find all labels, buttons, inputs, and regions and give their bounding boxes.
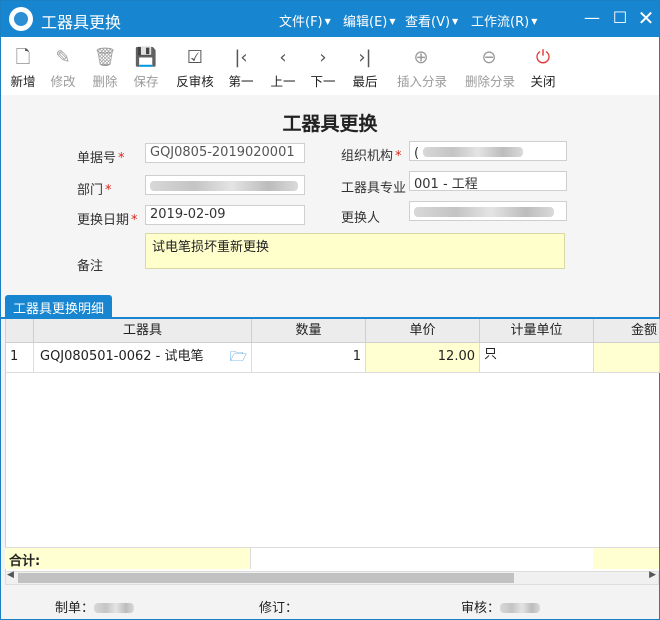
remark-field[interactable]: 试电笔损坏重新更换 <box>145 233 565 269</box>
remark-label: 备注 <box>77 259 104 274</box>
total-row: 合计: <box>5 547 659 569</box>
next-button[interactable]: › 下一 <box>303 47 343 90</box>
new-doc-icon: 🗋 <box>15 47 31 68</box>
table-cell-qty[interactable]: 1 <box>252 343 366 373</box>
menu-edit[interactable]: 编辑(E) ▼ <box>343 11 396 30</box>
menu-file[interactable]: 文件(F) ▼ <box>279 11 331 30</box>
first-icon: |‹ <box>234 47 248 68</box>
table-cell-tool[interactable]: GQJ080501-0062 - 试电笔 🗁 <box>34 343 252 373</box>
unaudit-button[interactable]: ☑ 反审核 <box>173 47 217 90</box>
edit-icon: ✎ <box>55 47 71 68</box>
revise-label: 修订： <box>259 601 299 616</box>
save-icon: 💾 <box>134 47 158 68</box>
prev-icon: ‹ <box>279 47 287 68</box>
column-header-tool[interactable]: 工器具 <box>34 319 252 343</box>
org-field[interactable]: ( <box>409 141 567 161</box>
table-cell-price[interactable]: 12.00 <box>366 343 480 373</box>
changer-label: 更换人 <box>341 211 381 226</box>
close-button[interactable]: ⏻ 关闭 <box>523 47 563 90</box>
dept-field[interactable] <box>145 175 305 195</box>
tool-major-label: 工器具专业 <box>341 181 407 196</box>
scrollbar-thumb[interactable] <box>18 573 514 583</box>
org-label: 组织机构 * <box>341 149 402 164</box>
tool-major-field[interactable]: 001 - 工程 <box>409 171 567 191</box>
prev-button[interactable]: ‹ 上一 <box>263 47 303 90</box>
new-button[interactable]: 🗋 新增 <box>3 47 43 90</box>
menu-view[interactable]: 查看(V) ▼ <box>405 11 458 30</box>
app-logo-icon <box>9 7 33 31</box>
date-field[interactable]: 2019-02-09 <box>145 205 305 225</box>
horizontal-scrollbar[interactable]: ◀ ▶ <box>5 570 659 585</box>
title-bar: 工器具更换 文件(F) ▼ 编辑(E) ▼ 查看(V) ▼ 工作流(R) ▼ — ☐ ✕ <box>1 1 659 37</box>
dept-label: 部门 * <box>77 183 112 198</box>
detail-tab-bar: 工器具更换明细 <box>1 291 659 319</box>
table-cell-unit[interactable]: 只 <box>480 343 594 373</box>
window-title: 工器具更换 <box>41 13 122 32</box>
folder-icon[interactable]: 🗁 <box>230 343 247 371</box>
form-area: 工器具更换 单据号 * GQJ0805-2019020001 组织机构 * ( 部门… <box>1 95 659 291</box>
delete-button[interactable]: 🗑 删除 <box>85 47 125 90</box>
power-icon: ⏻ <box>535 47 551 68</box>
doc-no-label: 单据号 * <box>77 151 125 166</box>
last-icon: ›| <box>358 47 372 68</box>
save-button[interactable]: 💾 保存 <box>126 47 166 90</box>
insert-row-icon: ⊕ <box>413 47 429 68</box>
delete-row-button[interactable]: ⊖ 删除分录 <box>465 47 515 90</box>
changer-field[interactable] <box>409 201 567 221</box>
footer: 制单： 修订： 审核： <box>1 587 659 619</box>
audit-label: 审核： <box>461 597 541 616</box>
close-icon[interactable]: ✕ <box>635 7 657 29</box>
insert-row-button[interactable]: ⊕ 插入分录 <box>397 47 447 90</box>
trash-icon: 🗑 <box>93 47 117 68</box>
maximize-icon[interactable]: ☐ <box>609 7 631 29</box>
page-title: 工器具更换 <box>282 113 378 135</box>
table-cell-amount[interactable] <box>594 343 660 373</box>
menu-workflow[interactable]: 工作流(R) ▼ <box>471 11 537 30</box>
column-header-amount[interactable]: 金额 <box>594 319 660 343</box>
date-label: 更换日期 * <box>77 213 138 228</box>
column-header-qty[interactable]: 数量 <box>252 319 366 343</box>
tab-detail[interactable]: 工器具更换明细 <box>5 295 113 319</box>
delete-row-icon: ⊖ <box>481 47 497 68</box>
unaudit-icon: ☑ <box>186 47 204 68</box>
total-amount-cell <box>593 548 659 569</box>
next-icon: › <box>319 47 327 68</box>
row-index-header <box>6 319 34 343</box>
last-button[interactable]: ›| 最后 <box>345 47 385 90</box>
column-header-price[interactable]: 单价 <box>366 319 480 343</box>
table-row-index: 1 <box>6 343 34 373</box>
window: 工器具更换 文件(F) ▼ 编辑(E) ▼ 查看(V) ▼ 工作流(R) ▼ — ☐ ✕… <box>0 0 660 620</box>
doc-no-field[interactable]: GQJ0805-2019020001 <box>145 143 305 163</box>
scroll-left-icon[interactable]: ◀ <box>7 570 14 580</box>
minimize-icon[interactable]: — <box>581 7 603 29</box>
maker-label: 制单： <box>55 597 135 616</box>
total-label: 合计: <box>5 548 251 569</box>
edit-button[interactable]: ✎ 修改 <box>43 47 83 90</box>
first-button[interactable]: |‹ 第一 <box>221 47 261 90</box>
toolbar: 🗋 新增 ✎ 修改 🗑 删除 💾 保存 ☑ 反审核 |‹ 第一 ‹ 上一 › 下一 ›| 最后 ⊕… <box>1 37 659 95</box>
column-header-unit[interactable]: 计量单位 <box>480 319 594 343</box>
detail-grid: 工器具 数量 单价 计量单位 金额 1 GQJ080501-0062 - 试电笔… <box>5 319 660 571</box>
scroll-right-icon[interactable]: ▶ <box>649 570 656 580</box>
